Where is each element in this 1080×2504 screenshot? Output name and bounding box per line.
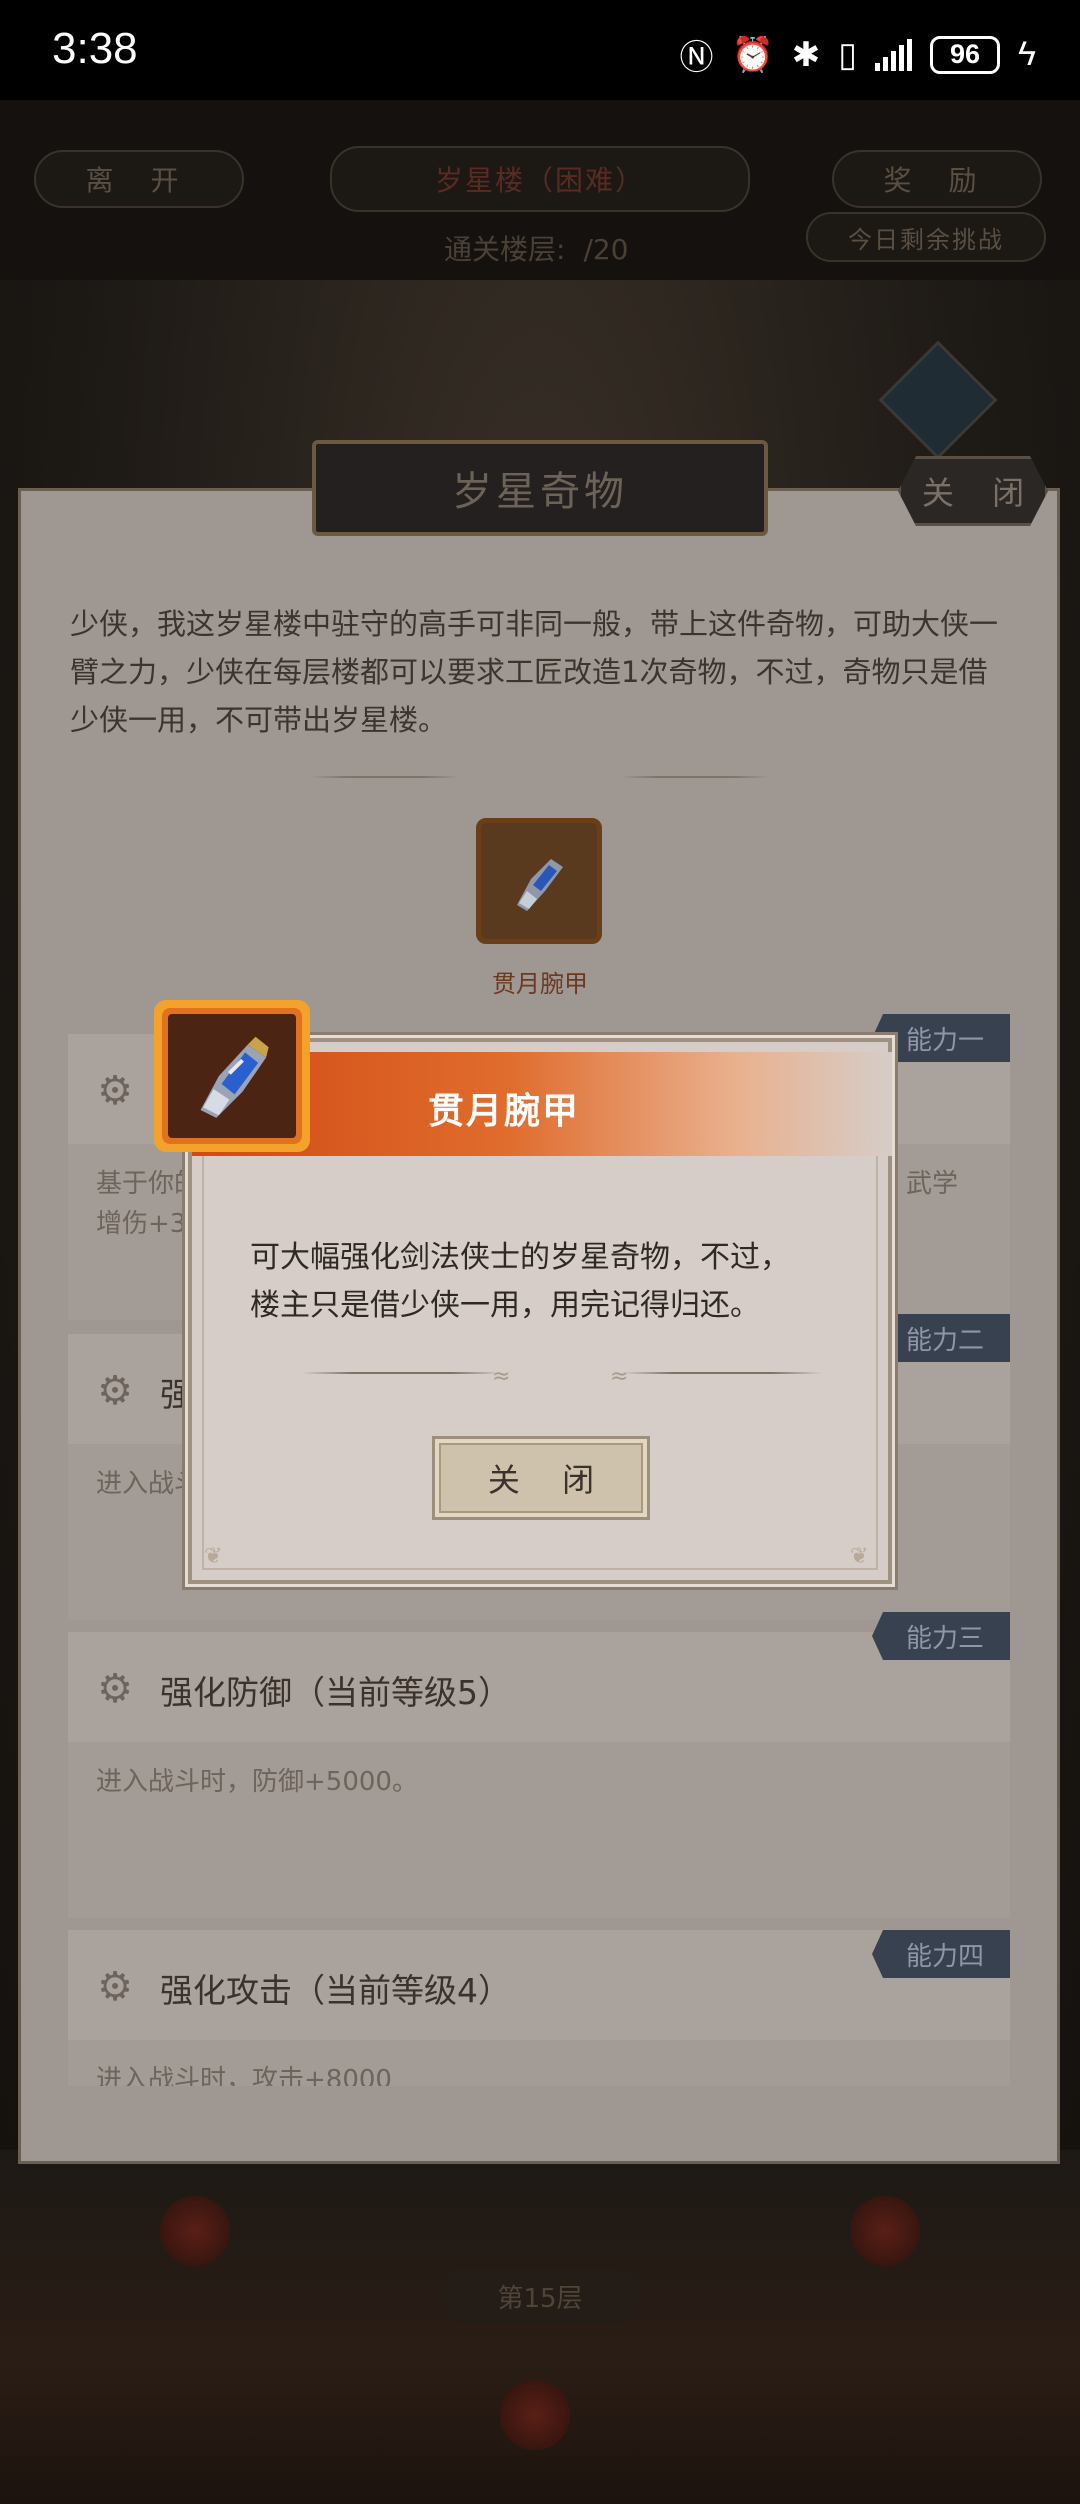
gear-icon: ⚙ xyxy=(97,1368,133,1414)
gauntlet-icon xyxy=(200,1036,269,1118)
corner-ornament-icon: ❦ xyxy=(850,1544,869,1569)
status-bar: 3:38 Ⓝ ⏰ ✱ ▯ 96 ϟ xyxy=(0,0,1080,100)
lantern-icon xyxy=(500,2380,570,2450)
corner-ornament-icon: ❦ xyxy=(204,1544,223,1569)
divider xyxy=(302,1372,502,1374)
status-time: 3:38 xyxy=(52,24,138,73)
gear-icon: ⚙ xyxy=(97,1068,133,1114)
dialog-item-icon xyxy=(154,1000,310,1152)
ability-card: ⚙ 强化防御（当前等级5） 进入战斗时，防御+5000。 能力三 xyxy=(68,1612,1010,1918)
panel-title: 岁星奇物 xyxy=(312,440,768,536)
panel-intro-text: 少侠，我这岁星楼中驻守的高手可非同一般，带上这件奇物，可助大侠一臂之力，少侠在每… xyxy=(70,607,999,737)
signal-icon xyxy=(875,38,912,71)
tower-title-banner: 岁星楼（困难） xyxy=(330,146,750,212)
ability-tag: 能力一 xyxy=(872,1014,1010,1062)
leave-button[interactable]: 离 开 xyxy=(34,150,244,208)
alarm-icon: ⏰ xyxy=(731,35,774,74)
status-icons: Ⓝ ⏰ ✱ ▯ 96 ϟ xyxy=(679,30,1036,79)
divider xyxy=(310,776,460,778)
floors-cleared: 通关楼层: /20 xyxy=(426,228,629,268)
panel-close-button[interactable]: 关 闭 xyxy=(898,456,1048,526)
floors-cleared-label: 通关楼层: xyxy=(444,233,566,266)
current-floor-label: 第15层 xyxy=(440,2268,640,2324)
ability-tag: 能力四 xyxy=(872,1930,1010,1978)
charging-icon: ϟ xyxy=(1018,35,1036,73)
ability-desc: 进入战斗时，攻击+8000 xyxy=(96,2065,392,2086)
daily-challenge-button[interactable]: 今日剩余挑战 xyxy=(806,212,1046,262)
bluetooth-icon: ✱ xyxy=(791,35,821,74)
battery-icon: 96 xyxy=(930,35,1000,74)
relic-item-slot[interactable] xyxy=(476,818,602,944)
ability-tag: 能力二 xyxy=(872,1314,1010,1362)
ability-card: ⚙ 强化攻击（当前等级4） 进入战斗时，攻击+8000 xyxy=(68,1930,1010,2086)
lantern-icon xyxy=(850,2196,920,2266)
relic-item-name: 贯月腕甲 xyxy=(492,970,588,998)
item-detail-dialog: 贯月腕甲 可大幅强化剑法侠士的岁星奇物，不过， 楼主只是借少侠一用，用完记得归还… xyxy=(154,1000,892,1584)
flourish-icon: ≈ xyxy=(492,1364,511,1389)
divider xyxy=(622,1372,822,1374)
dialog-close-button[interactable]: 关 闭 xyxy=(432,1436,650,1520)
floors-cleared-value: /20 xyxy=(583,233,629,266)
vibrate-icon: ▯ xyxy=(838,35,857,74)
tower-illustration xyxy=(0,2150,1080,2504)
dialog-title: 贯月腕甲 xyxy=(428,1091,581,1132)
dialog-description: 可大幅强化剑法侠士的岁星奇物，不过， 楼主只是借少侠一用，用完记得归还。 xyxy=(250,1240,790,1323)
ability-title: 强化攻击（当前等级4） xyxy=(160,1971,511,2010)
gauntlet-icon xyxy=(517,859,563,911)
gear-icon: ⚙ xyxy=(97,1964,133,2010)
divider xyxy=(620,776,770,778)
ability-title: 强化防御（当前等级5） xyxy=(160,1673,511,1712)
reward-button[interactable]: 奖 励 xyxy=(832,150,1042,208)
lantern-icon xyxy=(160,2196,230,2266)
ability-desc: 进入战斗时，防御+5000。 xyxy=(96,1767,418,1797)
flourish-icon: ≈ xyxy=(610,1364,629,1389)
nfc-icon: Ⓝ xyxy=(679,39,714,77)
ability-tag: 能力三 xyxy=(872,1612,1010,1660)
gear-icon: ⚙ xyxy=(97,1666,133,1712)
